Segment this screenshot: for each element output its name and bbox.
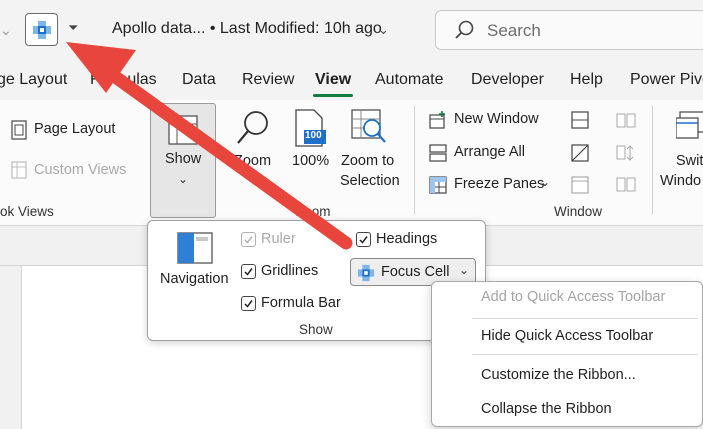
chevron-down-icon[interactable]: ⌄ [459, 263, 469, 277]
chevron-down-icon: ⌄ [540, 175, 551, 189]
tab-page-layout[interactable]: ge Layout [0, 71, 67, 89]
workbook-views-group-label: ok Views [0, 204, 54, 219]
custom-views-label: Custom Views [34, 162, 127, 178]
tab-power-pivot[interactable]: Power Pivo [630, 71, 703, 89]
show-icon [168, 115, 198, 145]
tab-view[interactable]: View [315, 71, 351, 89]
switch-windows-icon [676, 111, 703, 139]
menu-item-collapse-ribbon[interactable]: Collapse the Ribbon [481, 401, 612, 417]
freeze-panes-label: Freeze Panes [454, 176, 545, 192]
zoom-100-icon-text: 100 [305, 130, 322, 141]
zoom-label: Zoom [234, 153, 272, 169]
magnifier-icon [237, 111, 268, 144]
zoom-group-label: Zoom [296, 204, 331, 219]
headings-label: Headings [376, 231, 438, 247]
zoom-100-button[interactable]: 100 100% [290, 108, 338, 178]
split-icon[interactable] [570, 110, 590, 130]
tab-help[interactable]: Help [570, 71, 603, 89]
qat-context-menu: Add to Quick Access Toolbar Hide Quick A… [431, 281, 703, 427]
customize-qat-dropdown[interactable]: ⏷ [68, 20, 78, 36]
page-layout-icon [11, 120, 27, 140]
chevron-down-icon: ⌄ [178, 172, 189, 186]
navigation-button[interactable]: Navigation [158, 231, 238, 291]
menu-separator [472, 318, 698, 319]
navigation-label: Navigation [160, 271, 229, 287]
menu-item-hide-qat[interactable]: Hide Quick Access Toolbar [481, 328, 653, 344]
tab-developer[interactable]: Developer [471, 71, 544, 89]
chevron-down-icon[interactable]: ⌄ [378, 22, 389, 38]
menu-item-customize-ribbon[interactable]: Customize the Ribbon... [481, 367, 636, 383]
checkbox-icon [241, 296, 256, 311]
title-bar: ⌄ ⏷ Apollo data... • Last Modified: 10h … [0, 0, 703, 62]
tab-formulas[interactable]: Formulas [90, 71, 157, 89]
zoom-100-label: 100% [292, 153, 330, 169]
active-tab-indicator [313, 94, 353, 97]
switch-windows-button[interactable]: Swit Windo [660, 108, 703, 198]
zoom-to-selection-label-2: Selection [340, 173, 400, 189]
view-side-by-side-icon [616, 113, 636, 128]
zoom-to-selection-icon [351, 109, 386, 143]
menu-separator [472, 354, 698, 355]
zoom-to-selection-label-1: Zoom to [341, 153, 395, 169]
tab-data[interactable]: Data [182, 71, 216, 89]
show-button[interactable]: Show ⌄ [150, 103, 216, 218]
show-group-label: Show [299, 322, 333, 337]
focus-cell-icon [32, 20, 51, 39]
focus-cell-qat-button[interactable] [25, 13, 58, 46]
focus-cell-icon [357, 264, 375, 282]
unhide-window-icon [571, 176, 589, 194]
search-box[interactable]: Search [435, 10, 703, 50]
qat-separator: ⌄ [0, 22, 12, 38]
ribbon-separator [414, 106, 415, 214]
window-group-label: Window [554, 204, 603, 219]
row-headers [0, 266, 22, 429]
navigation-icon [177, 232, 213, 264]
hide-window-icon[interactable] [570, 143, 590, 163]
zoom-to-selection-button[interactable]: Zoom to Selection [338, 108, 408, 189]
zoom-button[interactable]: Zoom [230, 108, 278, 178]
arrange-all-icon [429, 144, 447, 162]
switch-windows-label-1: Swit [676, 153, 703, 169]
new-window-label: New Window [454, 111, 539, 127]
ribbon-tabs: ge Layout Formulas Data Review View Auto… [0, 62, 703, 100]
freeze-panes-icon [429, 176, 447, 194]
search-placeholder: Search [487, 21, 541, 40]
checkbox-icon [241, 232, 256, 247]
arrange-all-label: Arrange All [454, 144, 525, 160]
document-title[interactable]: Apollo data... • Last Modified: 10h ago [112, 20, 382, 38]
ribbon-separator [652, 106, 653, 214]
new-window-icon [429, 111, 445, 129]
menu-item-add-to-qat: Add to Quick Access Toolbar [481, 289, 666, 305]
ruler-label: Ruler [261, 231, 296, 247]
tab-review[interactable]: Review [242, 71, 294, 89]
show-label: Show [165, 151, 202, 167]
zoom-100-icon [295, 109, 326, 147]
gridlines-label: Gridlines [261, 263, 319, 279]
formula-bar-label: Formula Bar [261, 295, 341, 311]
reset-window-position-icon [616, 177, 636, 192]
synchronous-scrolling-icon [616, 145, 634, 161]
checkbox-icon [356, 232, 371, 247]
tab-automate[interactable]: Automate [375, 71, 443, 89]
search-icon [455, 20, 474, 39]
ribbon: Page Layout Custom Views ok Views Show ⌄… [0, 100, 703, 226]
checkbox-icon [241, 264, 256, 279]
switch-windows-label-2: Windo [660, 173, 702, 189]
page-layout-label: Page Layout [34, 121, 116, 137]
custom-views-icon [11, 161, 27, 179]
focus-cell-label: Focus Cell [381, 264, 450, 280]
